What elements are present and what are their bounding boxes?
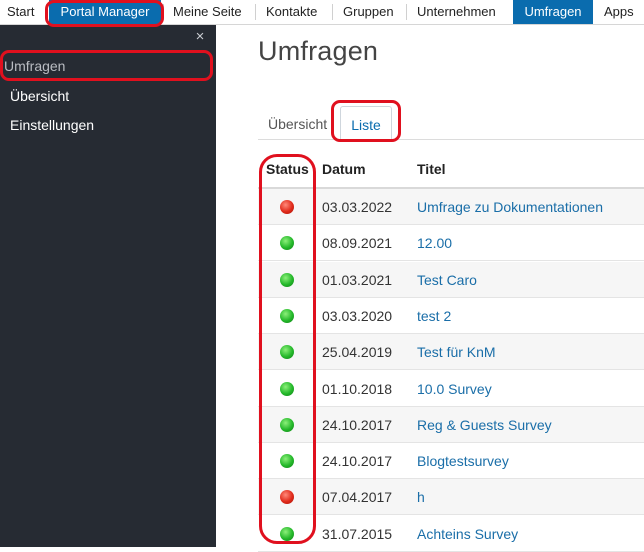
nav-umfragen[interactable]: Umfragen	[513, 0, 593, 24]
top-navigation: Start Portal Manager Meine Seite Kontakt…	[0, 0, 644, 25]
nav-divider	[332, 4, 333, 20]
row-title-link[interactable]: Umfrage zu Dokumentationen	[417, 199, 603, 215]
nav-divider	[163, 4, 164, 20]
row-date: 24.10.2017	[322, 417, 393, 433]
status-green-icon	[280, 454, 294, 468]
table-header: Status Datum Titel	[258, 150, 644, 189]
nav-meine-seite[interactable]: Meine Seite	[173, 0, 242, 24]
nav-divider	[255, 4, 256, 20]
table-row: 08.09.2021 12.00	[258, 225, 644, 261]
status-green-icon	[280, 236, 294, 250]
nav-unternehmen[interactable]: Unternehmen	[417, 0, 496, 24]
row-title-link[interactable]: h	[417, 489, 425, 505]
row-title-link[interactable]: 12.00	[417, 235, 452, 251]
column-header-datum: Datum	[322, 161, 366, 177]
table-row: 24.10.2017 Blogtestsurvey	[258, 443, 644, 479]
nav-portal-manager[interactable]: Portal Manager	[49, 0, 161, 24]
close-icon[interactable]: ×	[193, 29, 207, 44]
tab-uebersicht[interactable]: Übersicht	[268, 106, 327, 140]
row-date: 03.03.2020	[322, 308, 393, 324]
status-red-icon	[280, 490, 294, 504]
row-date: 08.09.2021	[322, 235, 393, 251]
row-title-link[interactable]: Achteins Survey	[417, 526, 518, 542]
row-date: 24.10.2017	[322, 453, 393, 469]
status-green-icon	[280, 382, 294, 396]
page-title: Umfragen	[258, 36, 379, 66]
nav-kontakte[interactable]: Kontakte	[266, 0, 317, 24]
row-title-link[interactable]: 10.0 Survey	[417, 381, 492, 397]
row-title-link[interactable]: test 2	[417, 308, 451, 324]
row-title-link[interactable]: Test Caro	[417, 272, 477, 288]
row-date: 01.10.2018	[322, 381, 393, 397]
row-date: 07.04.2017	[322, 489, 393, 505]
table-row: 25.04.2019 Test für KnM	[258, 334, 644, 370]
sidebar-item-uebersicht[interactable]: Übersicht	[10, 88, 226, 104]
status-green-icon	[280, 345, 294, 359]
sidebar-item-einstellungen[interactable]: Einstellungen	[10, 117, 226, 133]
table-row: 03.03.2022 Umfrage zu Dokumentationen	[258, 189, 644, 225]
nav-apps[interactable]: Apps	[604, 0, 634, 24]
status-red-icon	[280, 200, 294, 214]
nav-gruppen[interactable]: Gruppen	[343, 0, 394, 24]
table-row: 24.10.2017 Reg & Guests Survey	[258, 407, 644, 443]
status-green-icon	[280, 309, 294, 323]
row-date: 31.07.2015	[322, 526, 393, 542]
tab-liste[interactable]: Liste	[340, 106, 392, 140]
table-row: 07.04.2017 h	[258, 479, 644, 515]
row-title-link[interactable]: Blogtestsurvey	[417, 453, 509, 469]
row-title-link[interactable]: Test für KnM	[417, 344, 496, 360]
nav-start[interactable]: Start	[7, 0, 34, 24]
table-row: 03.03.2020 test 2	[258, 298, 644, 334]
sidebar-item-umfragen[interactable]: Umfragen	[4, 58, 220, 74]
column-header-titel: Titel	[417, 161, 446, 177]
row-date: 25.04.2019	[322, 344, 393, 360]
column-header-status: Status	[266, 161, 309, 177]
table-row: 01.03.2021 Test Caro	[258, 262, 644, 298]
row-date: 03.03.2022	[322, 199, 393, 215]
status-green-icon	[280, 527, 294, 541]
row-date: 01.03.2021	[322, 272, 393, 288]
status-green-icon	[280, 273, 294, 287]
nav-divider	[46, 4, 47, 20]
row-title-link[interactable]: Reg & Guests Survey	[417, 417, 552, 433]
table-row: 01.10.2018 10.0 Survey	[258, 371, 644, 407]
tab-bar: Übersicht Liste	[258, 106, 644, 140]
sidebar: × Umfragen Übersicht Einstellungen	[0, 25, 216, 547]
status-green-icon	[280, 418, 294, 432]
nav-divider	[406, 4, 407, 20]
